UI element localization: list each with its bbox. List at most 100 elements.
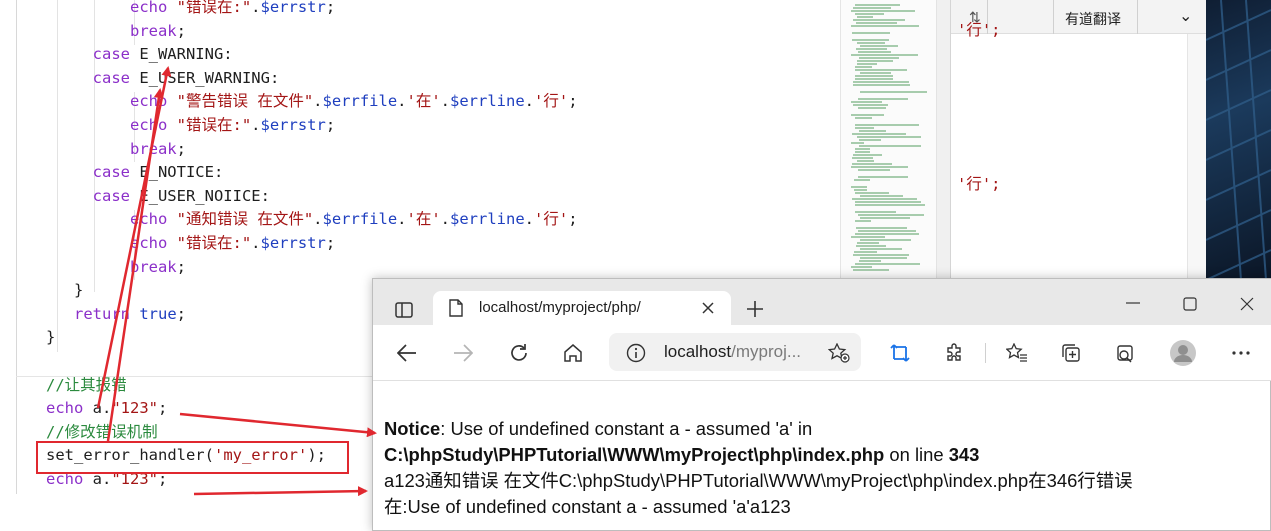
refresh-icon[interactable]	[507, 341, 531, 365]
minimap-line	[854, 251, 877, 253]
minimap-line	[853, 7, 891, 9]
tab-title: localhost/myproject/php/	[479, 299, 641, 316]
code-line: case E_USER_NOIICE:	[92, 186, 270, 205]
extensions-icon[interactable]	[943, 341, 967, 365]
tab-bar: localhost/myproject/php/	[373, 279, 1271, 325]
minimap-line	[851, 266, 872, 268]
collections-icon[interactable]	[1059, 341, 1083, 365]
translate-icon[interactable]	[888, 341, 912, 365]
minimap-line	[851, 166, 908, 168]
close-icon[interactable]	[699, 299, 717, 317]
sidebar-icon[interactable]	[393, 299, 415, 321]
minimap-line	[858, 98, 908, 100]
home-icon[interactable]	[561, 341, 585, 365]
minimap-line	[860, 257, 907, 259]
add-favorite-icon[interactable]	[827, 342, 851, 364]
code-line: echo "警告错误 在文件".$errfile.'在'.$errline.'行…	[129, 92, 578, 111]
minimap-line	[860, 91, 927, 93]
web-capture-icon[interactable]	[1113, 341, 1137, 365]
more-icon[interactable]	[1229, 341, 1253, 365]
minimap-line	[858, 230, 916, 232]
minimap-line	[858, 214, 924, 216]
minimap-line	[860, 217, 910, 219]
minimap-line	[857, 16, 873, 18]
minimap-line	[852, 163, 892, 165]
youdao-translate-button[interactable]: 有道翻译	[1065, 9, 1121, 29]
code-line: case E_NOTICE:	[92, 163, 224, 182]
minimap-line	[860, 45, 898, 47]
forward-arrow-icon[interactable]	[451, 341, 475, 365]
profile-icon[interactable]	[1169, 339, 1197, 367]
minimap-line	[859, 139, 881, 141]
minimap-line	[854, 189, 867, 191]
info-icon[interactable]	[625, 342, 647, 364]
file-path: C:\phpStudy\PHPTutorial\WWW\myProject\ph…	[384, 444, 885, 465]
minimap-line	[853, 19, 905, 21]
chevron-down-icon[interactable]: ⌄	[1179, 6, 1192, 26]
annotation-highlight-box	[36, 441, 349, 474]
minimap-line	[855, 233, 919, 235]
favorites-icon[interactable]	[1005, 341, 1029, 365]
browser-toolbar: localhost/myproj...	[373, 325, 1271, 381]
minimap-line	[855, 78, 893, 80]
minimap-line	[855, 124, 919, 126]
on-line-text: on line	[884, 444, 949, 465]
minimap-line	[855, 13, 884, 15]
notice-line: Notice: Use of undefined constant a - as…	[384, 416, 1270, 442]
minimap-line	[853, 104, 888, 106]
minimap-line	[852, 32, 890, 34]
minimap-line	[855, 201, 921, 203]
code-line: }	[46, 328, 56, 347]
scrollbar[interactable]	[1187, 34, 1207, 280]
minimize-icon[interactable]	[1121, 293, 1145, 313]
browser-window[interactable]: localhost/myproject/php/ localhost/mypro…	[372, 278, 1271, 531]
code-line: echo "错误在:".$errstr;	[129, 234, 336, 252]
line-number: 343	[948, 444, 980, 465]
code-fragment: '行';	[957, 175, 1001, 193]
code-line: break;	[129, 139, 186, 158]
address-path: /myproj...	[731, 342, 802, 361]
plus-icon[interactable]	[743, 297, 767, 321]
minimap-line	[851, 25, 919, 27]
minimap-line	[855, 263, 920, 265]
minimap-line	[855, 69, 907, 71]
minimap-line	[851, 54, 918, 56]
address-bar[interactable]: localhost/myproj...	[609, 333, 861, 371]
minimap-line	[856, 227, 907, 229]
minimap-line	[852, 133, 906, 135]
file-path-line: C:\phpStudy\PHPTutorial\WWW\myProject\ph…	[384, 442, 1270, 468]
minimap-line	[856, 48, 887, 50]
code-fragment: '行';	[957, 21, 1001, 39]
code-minimap[interactable]	[840, 0, 950, 280]
minimap-line	[859, 57, 899, 59]
browser-tab[interactable]: localhost/myproject/php/	[433, 291, 731, 325]
minimap-line	[851, 236, 885, 238]
editor-scrollbar[interactable]	[936, 0, 950, 280]
minimap-line	[852, 39, 889, 41]
minimap-line	[851, 10, 915, 12]
page-content: Notice: Use of undefined constant a - as…	[373, 382, 1270, 530]
code-line: break;	[129, 257, 186, 276]
code-line: return true;	[74, 304, 187, 323]
minimap-line	[856, 245, 886, 247]
minimap-line	[858, 169, 890, 171]
desktop-background-image	[1206, 0, 1271, 280]
address-host: localhost	[664, 342, 732, 361]
minimap-line	[860, 239, 911, 241]
code-line: echo "错误在:".$errstr;	[129, 0, 336, 16]
minimap-line	[855, 75, 893, 77]
minimap-line	[851, 186, 867, 188]
back-arrow-icon[interactable]	[395, 341, 419, 365]
code-line: break;	[129, 21, 186, 40]
maximize-icon[interactable]	[1178, 293, 1202, 315]
minimap-line	[859, 145, 921, 147]
minimap-line	[860, 195, 903, 197]
minimap-line	[857, 242, 879, 244]
code-line: echo "错误在:".$errstr;	[129, 116, 336, 134]
minimap-line	[851, 101, 882, 103]
minimap-line	[855, 192, 889, 194]
minimap-line	[855, 148, 870, 150]
minimap-line	[854, 179, 870, 181]
close-window-icon[interactable]	[1235, 293, 1259, 315]
minimap-line	[851, 114, 884, 116]
